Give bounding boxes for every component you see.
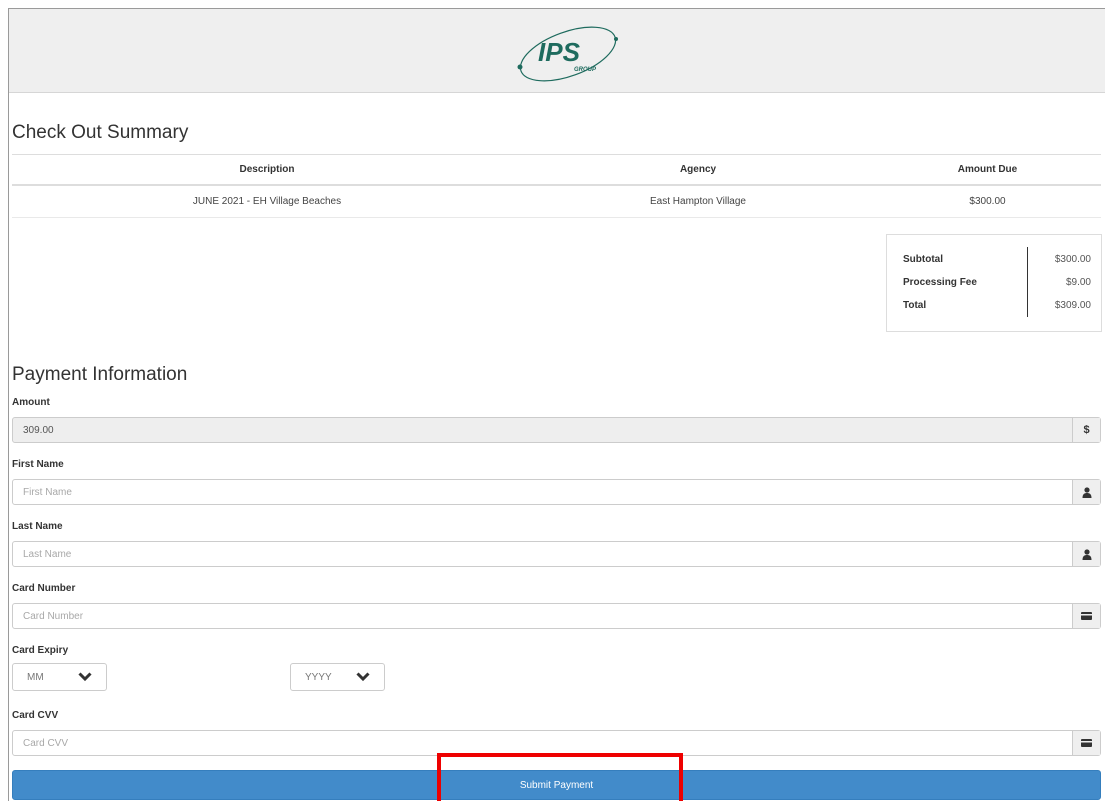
- first-name-field-group: [12, 479, 1101, 505]
- card-expiry-label: Card Expiry: [12, 645, 69, 656]
- processing-fee-label: Processing Fee: [903, 276, 977, 288]
- expiry-month-value: MM: [27, 671, 44, 683]
- amount-label: Amount: [12, 397, 50, 408]
- card-cvv-field-group: [12, 730, 1101, 756]
- total-row: Total $309.00: [903, 295, 1091, 315]
- total-label: Total: [903, 299, 927, 311]
- amount-field[interactable]: [13, 418, 1072, 442]
- logo-text: IPS: [538, 37, 581, 67]
- dollar-icon: $: [1072, 418, 1100, 442]
- expiry-year-value: YYYY: [305, 671, 332, 683]
- logo-subtext: GROUP: [574, 67, 597, 73]
- last-name-field-group: [12, 541, 1101, 567]
- user-icon: [1072, 542, 1100, 566]
- amount-field-group: $: [12, 417, 1101, 443]
- checkout-summary-title: Check Out Summary: [12, 122, 189, 143]
- ips-group-logo: IPS GROUP: [517, 26, 618, 82]
- payment-information-title: Payment Information: [12, 364, 188, 385]
- checkout-table: Description Agency Amount Due JUNE 2021 …: [12, 154, 1101, 218]
- submit-payment-button[interactable]: Submit Payment: [12, 770, 1101, 800]
- totals-summary: Subtotal $300.00 Processing Fee $9.00 To…: [886, 234, 1102, 332]
- credit-card-icon: [1072, 731, 1100, 755]
- chevron-down-icon: [356, 672, 370, 682]
- card-number-input[interactable]: [13, 604, 1072, 628]
- table-header: Description Agency Amount Due: [12, 154, 1101, 186]
- total-value: $309.00: [1054, 299, 1091, 311]
- card-number-field-group: [12, 603, 1101, 629]
- header: IPS GROUP: [9, 9, 1105, 93]
- subtotal-row: Subtotal $300.00: [903, 249, 1091, 269]
- first-name-label: First Name: [12, 459, 64, 470]
- subtotal-label: Subtotal: [903, 253, 943, 265]
- processing-fee-row: Processing Fee $9.00: [903, 272, 1091, 292]
- row-description: JUNE 2021 - EH Village Beaches: [192, 196, 342, 207]
- user-icon: [1072, 480, 1100, 504]
- table-row: JUNE 2021 - EH Village Beaches East Hamp…: [12, 186, 1101, 218]
- row-agency: East Hampton Village: [650, 196, 746, 207]
- column-header-agency: Agency: [679, 164, 717, 175]
- column-header-description: Description: [239, 164, 295, 175]
- expiry-year-select[interactable]: YYYY: [290, 663, 385, 691]
- chevron-down-icon: [78, 672, 92, 682]
- card-cvv-label: Card CVV: [12, 710, 59, 721]
- first-name-input[interactable]: [13, 480, 1072, 504]
- credit-card-icon: [1072, 604, 1100, 628]
- last-name-input[interactable]: [13, 542, 1072, 566]
- card-cvv-input[interactable]: [13, 731, 1072, 755]
- column-header-amount-due: Amount Due: [957, 164, 1018, 175]
- expiry-month-select[interactable]: MM: [12, 663, 107, 691]
- last-name-label: Last Name: [12, 521, 63, 532]
- card-number-label: Card Number: [12, 583, 76, 594]
- row-amount-due: $300.00: [969, 196, 1006, 207]
- subtotal-value: $300.00: [1054, 253, 1091, 265]
- processing-fee-value: $9.00: [1065, 276, 1091, 288]
